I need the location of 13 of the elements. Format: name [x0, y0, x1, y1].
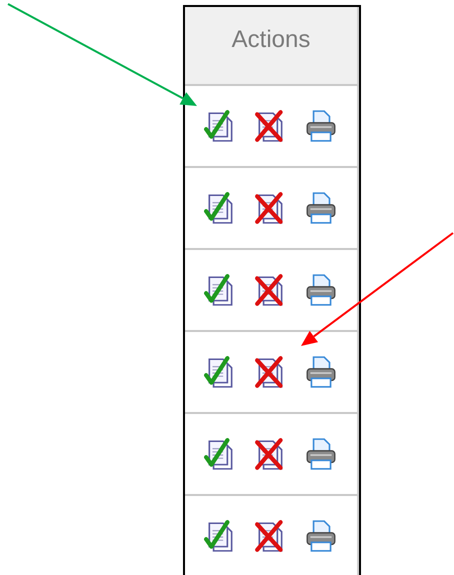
print-button[interactable]: [304, 355, 338, 389]
print-button[interactable]: [304, 519, 338, 553]
printer-icon: [304, 355, 338, 389]
printer-icon: [304, 109, 338, 143]
print-button[interactable]: [304, 109, 338, 143]
printer-icon: [304, 191, 338, 225]
print-button[interactable]: [304, 437, 338, 471]
print-button[interactable]: [304, 191, 338, 225]
printer-icon: [304, 273, 338, 307]
print-button[interactable]: [304, 273, 338, 307]
printer-icon: [304, 437, 338, 471]
column-header: Actions: [232, 24, 310, 54]
printer-icon: [304, 519, 338, 553]
